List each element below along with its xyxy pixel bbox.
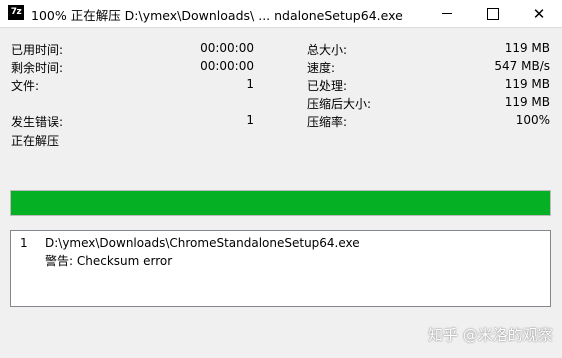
- compression-ratio-value: 100%: [515, 113, 550, 127]
- watermark: 知乎 @米洛的观察: [428, 326, 553, 344]
- window-title: 100% 正在解压 D:\ymex\Downloads\ ... ndalone…: [31, 8, 403, 23]
- errors-label: 发生错误:: [11, 115, 64, 129]
- 7zip-app-icon[interactable]: 7z: [8, 5, 24, 20]
- compressed-size-label: 压缩后大小:: [307, 97, 372, 111]
- message-list[interactable]: 1 D:\ymex\Downloads\ChromeStandaloneSetu…: [10, 230, 551, 307]
- total-size-value: 119 MB: [504, 41, 550, 55]
- progress-bar-fill: [11, 191, 550, 215]
- close-icon: ✕: [532, 4, 546, 23]
- title-bar: 7z 100% 正在解压 D:\ymex\Downloads\ ... ndal…: [0, 0, 562, 28]
- processed-value: 119 MB: [504, 77, 550, 91]
- elapsed-time-label: 已用时间:: [11, 43, 64, 57]
- minimize-icon: [442, 13, 452, 14]
- remaining-time-label: 剩余时间:: [11, 61, 64, 75]
- maximize-icon: [487, 7, 499, 20]
- remaining-time-value: 00:00:00: [200, 59, 254, 73]
- compressed-size-value: 119 MB: [504, 95, 550, 109]
- files-label: 文件:: [11, 79, 40, 93]
- files-value: 1: [246, 77, 254, 91]
- message-file-path: D:\ymex\Downloads\ChromeStandaloneSetup6…: [45, 236, 360, 250]
- progress-bar: [10, 190, 551, 216]
- close-button[interactable]: ✕: [516, 0, 562, 27]
- processed-label: 已处理:: [307, 79, 348, 93]
- compression-ratio-label: 压缩率:: [307, 115, 348, 129]
- maximize-button[interactable]: [470, 0, 516, 27]
- message-warning: 警告: Checksum error: [45, 254, 173, 268]
- status-text: 正在解压: [11, 134, 60, 148]
- speed-label: 速度:: [307, 61, 336, 75]
- message-index: 1: [20, 236, 28, 250]
- speed-value: 547 MB/s: [494, 59, 550, 73]
- elapsed-time-value: 00:00:00: [200, 41, 254, 55]
- total-size-label: 总大小:: [307, 43, 348, 57]
- minimize-button[interactable]: [424, 0, 470, 27]
- errors-value: 1: [246, 113, 254, 127]
